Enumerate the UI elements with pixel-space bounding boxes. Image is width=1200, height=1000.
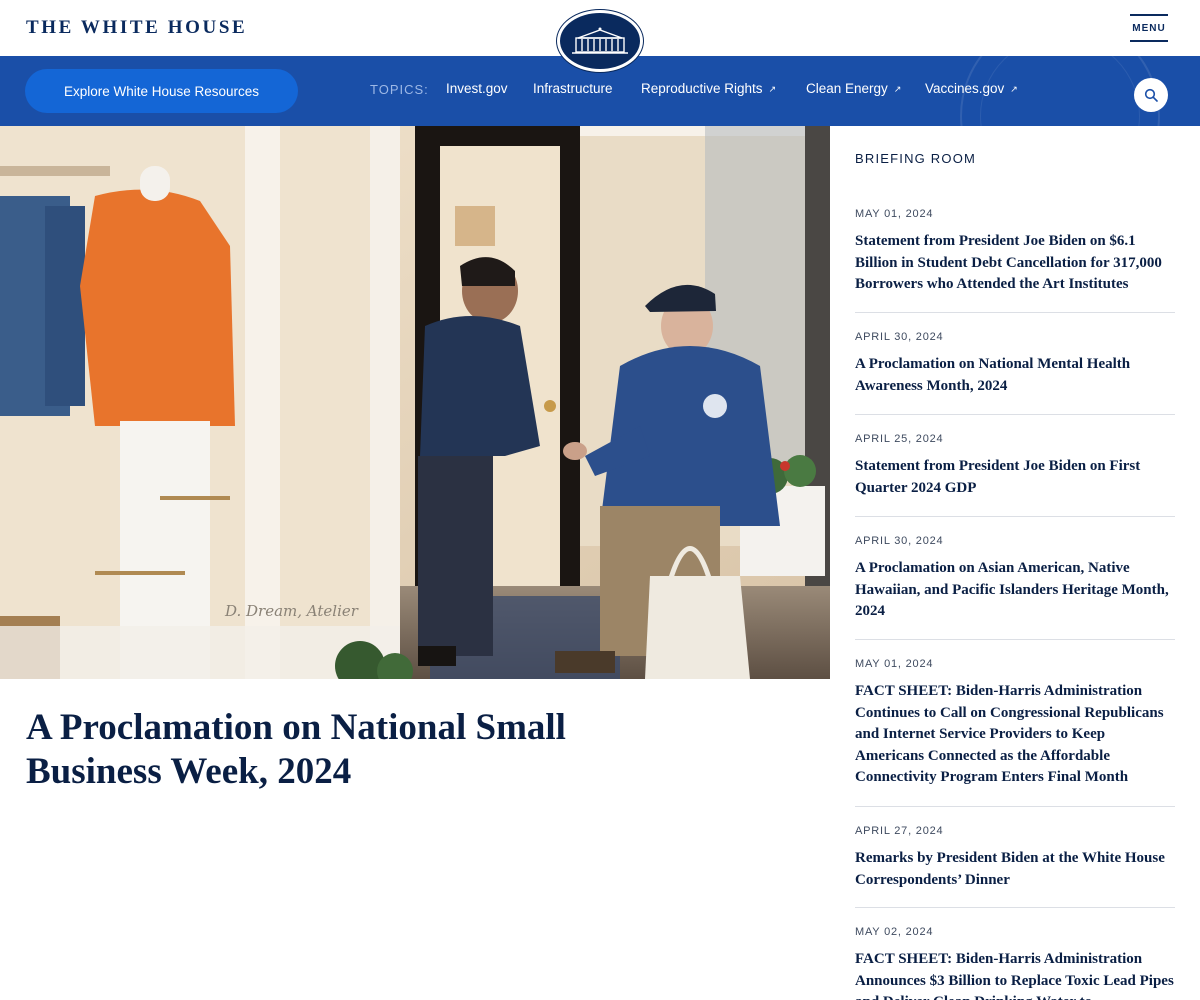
hero-photo[interactable]: D. Dream, Atelier (0, 126, 830, 679)
search-icon (1144, 88, 1158, 102)
topic-label: Vaccines.gov (925, 81, 1005, 96)
briefing-item-link[interactable]: Remarks by President Biden at the White … (855, 848, 1175, 891)
briefing-item: MAY 02, 2024 FACT SHEET: Biden-Harris Ad… (855, 926, 1175, 1000)
topic-link-reproductive-rights[interactable]: Reproductive Rights ↗ (641, 81, 776, 96)
topic-label: Invest.gov (446, 81, 508, 96)
briefing-item-date: MAY 02, 2024 (855, 926, 934, 938)
divider (855, 639, 1175, 640)
external-link-icon: ↗ (768, 84, 777, 94)
briefing-room-sidebar: BRIEFING ROOM MAY 01, 2024 Statement fro… (855, 126, 1175, 1000)
briefing-item-date: APRIL 27, 2024 (855, 825, 944, 837)
featured-article-title[interactable]: A Proclamation on National Small Busines… (26, 706, 646, 794)
site-title-link[interactable]: THE WHITE HOUSE (26, 17, 247, 39)
briefing-item: APRIL 27, 2024 Remarks by President Bide… (855, 825, 1175, 891)
divider (855, 414, 1175, 415)
menu-button[interactable]: MENU (1130, 14, 1168, 42)
briefing-item-date: MAY 01, 2024 (855, 658, 934, 670)
briefing-item: APRIL 30, 2024 A Proclamation on Nationa… (855, 331, 1175, 397)
briefing-item: APRIL 30, 2024 A Proclamation on Asian A… (855, 535, 1175, 623)
briefing-item-link[interactable]: A Proclamation on Asian American, Native… (855, 558, 1175, 623)
briefing-item: MAY 01, 2024 FACT SHEET: Biden-Harris Ad… (855, 658, 1175, 789)
briefing-item-date: MAY 01, 2024 (855, 208, 934, 220)
briefing-item-link[interactable]: A Proclamation on National Mental Health… (855, 354, 1175, 397)
explore-resources-button[interactable]: Explore White House Resources (25, 69, 298, 113)
briefing-item-link[interactable]: FACT SHEET: Biden-Harris Administration … (855, 681, 1175, 789)
briefing-item-date: APRIL 30, 2024 (855, 331, 944, 343)
topic-label: Clean Energy (806, 81, 888, 96)
briefing-room-heading: BRIEFING ROOM (855, 151, 977, 166)
topic-label: Reproductive Rights (641, 81, 763, 96)
topics-label: TOPICS: (370, 82, 429, 97)
topic-link-clean-energy[interactable]: Clean Energy ↗ (806, 81, 901, 96)
search-button[interactable] (1134, 78, 1168, 112)
divider (855, 516, 1175, 517)
topic-link-vaccines-gov[interactable]: Vaccines.gov ↗ (925, 81, 1018, 96)
briefing-item-link[interactable]: FACT SHEET: Biden-Harris Administration … (855, 949, 1175, 1000)
briefing-item-link[interactable]: Statement from President Joe Biden on Fi… (855, 456, 1175, 499)
briefing-item-date: APRIL 30, 2024 (855, 535, 944, 547)
briefing-item: APRIL 25, 2024 Statement from President … (855, 433, 1175, 499)
external-link-icon: ↗ (1010, 84, 1018, 94)
briefing-item: MAY 01, 2024 Statement from President Jo… (855, 208, 1175, 296)
topic-link-infrastructure[interactable]: Infrastructure (533, 81, 613, 96)
storefront-handshake-photo: D. Dream, Atelier (0, 126, 830, 679)
briefing-item-link[interactable]: Statement from President Joe Biden on $6… (855, 231, 1175, 296)
divider (855, 806, 1175, 807)
briefing-item-date: APRIL 25, 2024 (855, 433, 944, 445)
white-house-building-icon (572, 27, 628, 54)
topic-label: Infrastructure (533, 81, 613, 96)
divider (855, 312, 1175, 313)
white-house-seal-logo[interactable] (557, 10, 643, 72)
external-link-icon: ↗ (893, 84, 902, 94)
divider (855, 907, 1175, 908)
storefront-sign-text: D. Dream, Atelier (224, 602, 359, 620)
topic-link-invest-gov[interactable]: Invest.gov (446, 81, 508, 96)
